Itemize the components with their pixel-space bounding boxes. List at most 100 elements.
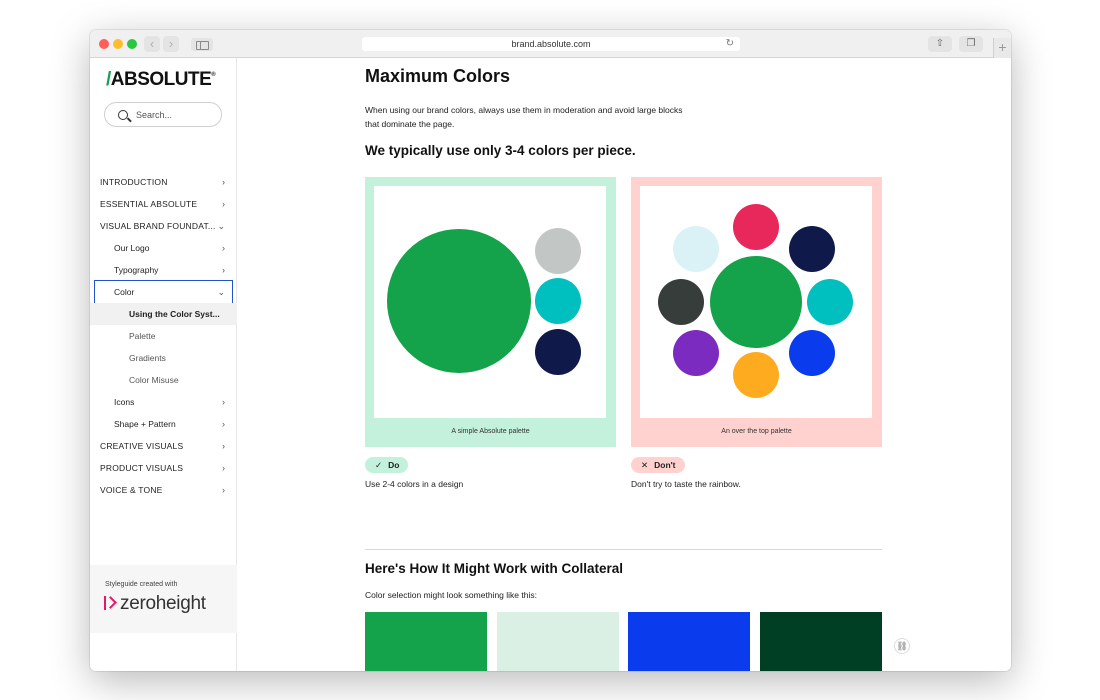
do-caption: A simple Absolute palette xyxy=(451,428,530,435)
sidebar-item-our-logo[interactable]: Our Logo › xyxy=(90,237,237,259)
sidebar-item-icons[interactable]: Icons › xyxy=(90,391,237,413)
back-icon[interactable]: ‹ xyxy=(144,36,160,52)
sidebar-item-essential-absolute[interactable]: ESSENTIAL ABSOLUTE › xyxy=(90,193,237,215)
sidebar-item-palette[interactable]: Palette xyxy=(90,325,237,347)
sidebar-item-label: CREATIVE VISUALS xyxy=(100,441,184,451)
collateral-heading: Here's How It Might Work with Collateral xyxy=(365,561,623,576)
sidebar-item-label: Color xyxy=(114,287,135,297)
chevron-down-icon: ⌄ xyxy=(217,287,225,297)
sidebar-item-label: Typography xyxy=(114,265,159,275)
chevron-right-icon: › xyxy=(222,441,225,451)
section-divider xyxy=(365,549,882,550)
palette-circle xyxy=(535,228,581,274)
palette-circle xyxy=(658,279,704,325)
palette-circle xyxy=(673,330,719,376)
sidebar-item-label: Our Logo xyxy=(114,243,150,253)
do-palette-canvas xyxy=(374,186,606,418)
sidebar-item-label: PRODUCT VISUALS xyxy=(100,463,184,473)
dont-note: Don't try to taste the rainbow. xyxy=(631,479,741,489)
sidebar-item-label: Color Misuse xyxy=(129,375,179,385)
palette-circle xyxy=(807,279,853,325)
sidebar-item-creative-visuals[interactable]: CREATIVE VISUALS › xyxy=(90,435,237,457)
sidebar-nav: INTRODUCTION › ESSENTIAL ABSOLUTE › VISUAL B… xyxy=(90,171,237,501)
search-icon xyxy=(118,110,128,120)
chevron-down-icon: ⌄ xyxy=(217,221,225,231)
tabs-overview-icon[interactable]: ❐ xyxy=(959,36,983,52)
sidebar-item-color[interactable]: Color ⌄ xyxy=(94,280,233,304)
section-subtitle: We typically use only 3-4 colors per pie… xyxy=(365,143,636,158)
sidebar-item-product-visuals[interactable]: PRODUCT VISUALS › xyxy=(90,457,237,479)
sidebar-item-label: VOICE & TONE xyxy=(100,485,163,495)
do-note: Use 2-4 colors in a design xyxy=(365,479,464,489)
sidebar-item-label: VISUAL BRAND FOUNDAT... xyxy=(100,221,216,231)
chevron-right-icon: › xyxy=(222,485,225,495)
chevron-right-icon: › xyxy=(222,419,225,429)
palette-circle xyxy=(733,352,779,398)
palette-circle-large xyxy=(710,256,802,348)
sidebar-item-shape-pattern[interactable]: Shape + Pattern › xyxy=(90,413,237,435)
chevron-right-icon: › xyxy=(222,177,225,187)
palette-circle xyxy=(535,329,581,375)
sidebar-item-label: Palette xyxy=(129,331,156,341)
chevron-right-icon: › xyxy=(222,265,225,275)
zeroheight-icon xyxy=(104,596,114,610)
dont-badge: ✕ Don't xyxy=(631,457,685,473)
sidebar-item-introduction[interactable]: INTRODUCTION › xyxy=(90,171,237,193)
zeroheight-credit[interactable]: Styleguide created with zeroheight xyxy=(90,565,237,633)
collateral-swatch xyxy=(759,612,882,671)
sidebar-item-using-the-color-syst[interactable]: Using the Color Syst... xyxy=(90,303,237,325)
chevron-right-icon: › xyxy=(222,397,225,407)
sidebar: /ABSOLUTE® INTRODUCTION›ESSENTIAL ABSOLU… xyxy=(90,58,237,671)
zeroheight-logo: zeroheight xyxy=(104,593,206,615)
sidebar-item-visual-brand-foundat[interactable]: VISUAL BRAND FOUNDAT... ⌄ xyxy=(90,215,237,237)
sidebar-item-label: ESSENTIAL ABSOLUTE xyxy=(100,199,198,209)
collateral-swatch xyxy=(365,612,487,671)
do-badge: ✓ Do xyxy=(365,457,409,473)
intro-text: When using our brand colors, always use … xyxy=(365,105,683,129)
main-content: Maximum Colors When using our brand colo… xyxy=(238,58,1011,671)
palette-circle xyxy=(535,278,581,324)
address-bar[interactable]: brand.absolute.com ↻ xyxy=(362,37,740,51)
check-icon: ✓ xyxy=(375,460,383,470)
share-icon[interactable]: ⇧ xyxy=(928,36,952,52)
absolute-logo[interactable]: /ABSOLUTE® xyxy=(106,69,216,91)
close-window-button[interactable] xyxy=(99,39,109,49)
chevron-right-icon: › xyxy=(222,463,225,473)
palette-circle xyxy=(673,226,719,272)
chevron-right-icon: › xyxy=(222,243,225,253)
palette-circle xyxy=(733,204,779,250)
search-input[interactable] xyxy=(136,108,216,122)
reload-icon[interactable]: ↻ xyxy=(726,37,734,51)
search-box[interactable] xyxy=(104,102,222,127)
palette-circle xyxy=(789,226,835,272)
collateral-subtext: Color selection might look something lik… xyxy=(365,590,537,600)
collateral-swatch xyxy=(628,612,750,671)
chevron-right-icon: › xyxy=(222,199,225,209)
sidebar-item-label: INTRODUCTION xyxy=(100,177,168,187)
sidebar-item-label: Icons xyxy=(114,397,135,407)
dont-caption: An over the top palette xyxy=(721,428,792,435)
sidebar-item-voice-tone[interactable]: VOICE & TONE › xyxy=(90,479,237,501)
browser-toolbar: ‹ › brand.absolute.com ↻ ⇧ ❐ + xyxy=(90,30,1011,58)
sidebar-item-color-misuse[interactable]: Color Misuse xyxy=(90,369,237,391)
x-icon: ✕ xyxy=(641,460,649,470)
forward-icon[interactable]: › xyxy=(163,36,179,52)
palette-circle-large xyxy=(387,229,531,373)
sidebar-item-label: Using the Color Syst... xyxy=(129,309,220,319)
url-text: brand.absolute.com xyxy=(511,39,591,49)
collateral-swatch xyxy=(496,612,619,671)
page-title: Maximum Colors xyxy=(365,66,511,86)
do-example-card: A simple Absolute palette xyxy=(365,177,616,447)
sidebar-item-typography[interactable]: Typography › xyxy=(90,259,237,281)
sidebar-toggle-icon[interactable] xyxy=(191,38,213,51)
sidebar-item-gradients[interactable]: Gradients xyxy=(90,347,237,369)
maximize-window-button[interactable] xyxy=(127,39,137,49)
minimize-window-button[interactable] xyxy=(113,39,123,49)
credit-line: Styleguide created with xyxy=(105,581,178,588)
sidebar-item-label: Shape + Pattern xyxy=(114,419,176,429)
browser-window: ‹ › brand.absolute.com ↻ ⇧ ❐ + /ABSOLUTE… xyxy=(90,30,1011,671)
sidebar-item-label: Gradients xyxy=(129,353,166,363)
palette-circle xyxy=(789,330,835,376)
link-icon[interactable]: ⛓ xyxy=(894,638,910,654)
new-tab-button[interactable]: + xyxy=(993,38,1011,58)
